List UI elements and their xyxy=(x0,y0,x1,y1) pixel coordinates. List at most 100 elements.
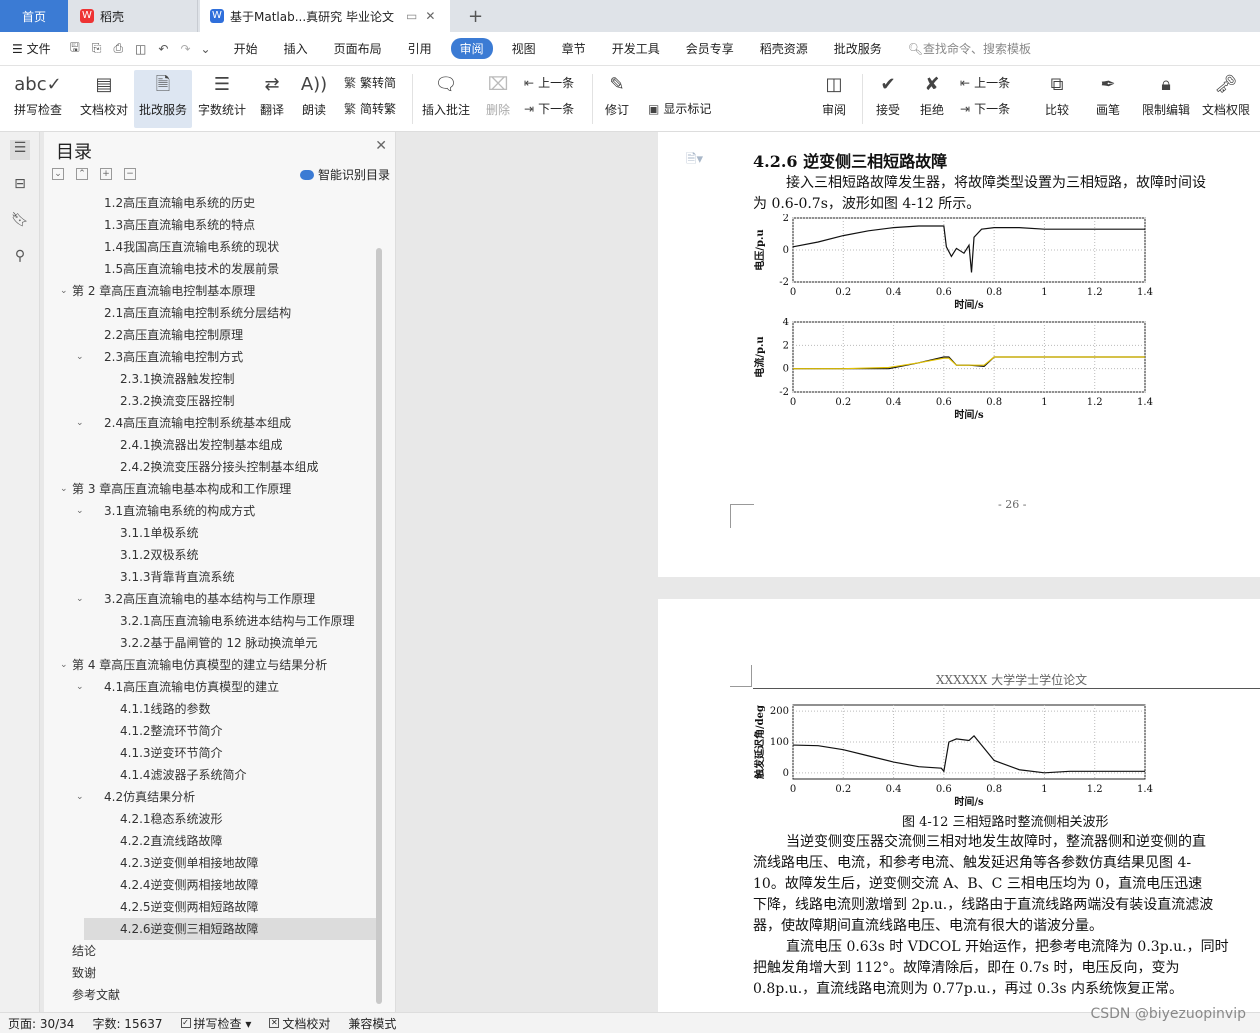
track-changes-button[interactable]: ✎ 修订 xyxy=(598,70,636,128)
prev-change-button[interactable]: ⇤ 上一条 xyxy=(960,74,1010,91)
toc-panel-icon[interactable]: ☰ xyxy=(10,140,30,160)
next-change-button[interactable]: ⇥ 下一条 xyxy=(960,100,1010,117)
menu-batch[interactable]: 批改服务 xyxy=(834,40,882,57)
close-icon[interactable]: ✕ xyxy=(425,9,435,23)
doc-permission-button[interactable]: 🗝 文档权限 xyxy=(1198,70,1254,128)
menu-docer[interactable]: 稻壳资源 xyxy=(760,40,808,57)
chevron-down-icon[interactable]: ⌄ xyxy=(76,588,84,610)
chevron-down-icon[interactable]: ⌄ xyxy=(60,280,68,302)
chevron-down-icon[interactable]: ⌄ xyxy=(60,478,68,500)
toc-item[interactable]: 2.3.1换流器触发控制 xyxy=(44,368,374,390)
toc-item[interactable]: 参考文献 xyxy=(44,984,374,1006)
toc-scrollbar[interactable] xyxy=(376,248,382,1004)
page-indicator[interactable]: 页面: 30/34 xyxy=(8,1015,74,1032)
insert-comment-button[interactable]: 🗨 插入批注 xyxy=(418,70,474,128)
smart-toc-button[interactable]: 智能识别目录 xyxy=(300,166,390,183)
toc-item[interactable]: 致谢 xyxy=(44,962,374,984)
toc-item[interactable]: 4.2仿真结果分析 ⌄ xyxy=(44,786,374,808)
find-icon[interactable]: ⚲ xyxy=(10,248,30,268)
word-count-indicator[interactable]: 字数: 15637 xyxy=(92,1015,162,1032)
reject-button[interactable]: ✘ 拒绝 xyxy=(912,70,952,128)
toc-item[interactable]: 4.2.3逆变侧单相接地故障 xyxy=(44,852,374,874)
chevron-down-icon[interactable]: ⌄ xyxy=(76,412,84,434)
toc-item[interactable]: 第 4 章高压直流输电仿真模型的建立与结果分析 ⌄ xyxy=(44,654,374,676)
menu-member[interactable]: 会员专享 xyxy=(686,40,734,57)
undo-icon[interactable]: ↶ xyxy=(158,42,168,56)
menu-view[interactable]: 视图 xyxy=(512,40,536,57)
menu-layout[interactable]: 页面布局 xyxy=(334,40,382,57)
menu-insert[interactable]: 插入 xyxy=(284,40,308,57)
print-icon[interactable]: ⎙ xyxy=(113,41,123,56)
menu-reference[interactable]: 引用 xyxy=(408,40,432,57)
toc-item[interactable]: 3.1.1单极系统 xyxy=(44,522,374,544)
chevron-down-icon[interactable]: ⌄ xyxy=(60,654,68,676)
tab-window-icon[interactable]: ▭ xyxy=(406,9,417,23)
toc-item[interactable]: 1.2高压直流输电系统的历史 xyxy=(44,192,374,214)
chapter-icon[interactable]: ⊟ xyxy=(10,176,30,196)
toc-item[interactable]: 4.2.6逆变侧三相短路故障 xyxy=(84,918,376,940)
new-tab-icon[interactable]: + xyxy=(458,0,493,32)
toc-item[interactable]: 3.2.1高压直流输电系统进本结构与工作原理 xyxy=(44,610,374,632)
chevron-down-icon[interactable]: ⌄ xyxy=(76,676,84,698)
toc-item[interactable]: 2.4.2换流变压器分接头控制基本组成 xyxy=(44,456,374,478)
toc-item[interactable]: 4.1.2整流环节简介 xyxy=(44,720,374,742)
toc-item[interactable]: 3.1.2双极系统 xyxy=(44,544,374,566)
toc-item[interactable]: 第 2 章高压直流输电控制基本原理 ⌄ xyxy=(44,280,374,302)
read-aloud-button[interactable]: A)) 朗读 xyxy=(296,70,332,128)
delete-comment-button[interactable]: ⌧ 删除 xyxy=(478,70,518,128)
toc-item[interactable]: 4.1.3逆变环节简介 xyxy=(44,742,374,764)
toc-item[interactable]: 第 3 章高压直流输电基本构成和工作原理 ⌄ xyxy=(44,478,374,500)
bookmark-icon[interactable]: 🔖︎ xyxy=(10,212,30,232)
accept-button[interactable]: ✔ 接受 xyxy=(868,70,908,128)
word-count-button[interactable]: ☰ 字数统计 xyxy=(196,70,248,128)
menu-start[interactable]: 开始 xyxy=(234,40,258,57)
spell-check-button[interactable]: abc✓ 拼写检查 xyxy=(6,70,70,128)
save-icon[interactable]: 🖫 xyxy=(70,38,80,59)
compare-button[interactable]: ⧉ 比较 xyxy=(1036,70,1078,128)
expand-up-icon[interactable]: ⌃ xyxy=(76,168,88,180)
close-icon[interactable]: ✕ xyxy=(375,138,387,154)
collapse-all-icon[interactable]: ⌄ xyxy=(52,168,64,180)
toc-item[interactable]: 4.2.1稳态系统波形 xyxy=(44,808,374,830)
toc-item[interactable]: 1.5高压直流输电技术的发展前景 xyxy=(44,258,374,280)
tab-home[interactable]: 首页 xyxy=(0,0,68,32)
translate-button[interactable]: ⇄ 翻译 xyxy=(252,70,292,128)
toc-item[interactable]: 4.1高压直流输电仿真模型的建立 ⌄ xyxy=(44,676,374,698)
menu-chapter[interactable]: 章节 xyxy=(562,40,586,57)
toc-item[interactable]: 4.2.2直流线路故障 xyxy=(44,830,374,852)
toc-item[interactable]: 4.2.5逆变侧两相短路故障 xyxy=(44,896,374,918)
prev-comment-button[interactable]: ⇤ 上一条 xyxy=(524,74,574,91)
paragraph-icon[interactable]: 🗎▾ xyxy=(686,150,703,172)
show-marks-button[interactable]: ▣ 显示标记 xyxy=(648,100,711,117)
next-comment-button[interactable]: ⇥ 下一条 xyxy=(524,100,574,117)
file-menu[interactable]: ☰ 文件 xyxy=(12,40,51,57)
remove-level-icon[interactable]: − xyxy=(124,168,136,180)
toc-item[interactable]: 结论 xyxy=(44,940,374,962)
menu-dev[interactable]: 开发工具 xyxy=(612,40,660,57)
pen-button[interactable]: ✒ 画笔 xyxy=(1090,70,1126,128)
tab-wps[interactable]: W 稻壳 xyxy=(70,0,198,32)
restrict-edit-button[interactable]: 🔒︎ 限制编辑 xyxy=(1138,70,1194,128)
proofread-toggle[interactable]: ✕ 文档校对 xyxy=(269,1015,330,1032)
redo-icon[interactable]: ↷ xyxy=(180,42,190,56)
review-pane-button[interactable]: ◫ 审阅 xyxy=(812,70,856,128)
export-icon[interactable]: ⎘ xyxy=(92,41,102,56)
proofread-button[interactable]: ▤ 文档校对 xyxy=(74,70,134,128)
toc-item[interactable]: 1.3高压直流输电系统的特点 xyxy=(44,214,374,236)
toc-item[interactable]: 3.1直流输电系统的构成方式 ⌄ xyxy=(44,500,374,522)
toc-item[interactable]: 2.4高压直流输电控制系统基本组成 ⌄ xyxy=(44,412,374,434)
toc-item[interactable]: 3.2.2基于晶闸管的 12 脉动换流单元 xyxy=(44,632,374,654)
chevron-down-icon[interactable]: ⌄ xyxy=(76,500,84,522)
toc-item[interactable]: 4.1.4滤波器子系统简介 xyxy=(44,764,374,786)
toc-item[interactable]: 4.1.1线路的参数 xyxy=(44,698,374,720)
toc-item[interactable]: 2.2高压直流输电控制原理 xyxy=(44,324,374,346)
toc-item[interactable]: 2.3.2换流变压器控制 xyxy=(44,390,374,412)
toc-item[interactable]: 2.3高压直流输电控制方式 ⌄ xyxy=(44,346,374,368)
more-icon[interactable]: ⌄ xyxy=(201,42,211,56)
chevron-down-icon[interactable]: ⌄ xyxy=(76,346,84,368)
search-command[interactable]: 🔍︎查找命令、搜索模板 xyxy=(908,40,1031,57)
chevron-down-icon[interactable]: ⌄ xyxy=(76,786,84,808)
menu-review[interactable]: 审阅 xyxy=(450,38,493,59)
toc-item[interactable]: 1.4我国高压直流输电系统的现状 xyxy=(44,236,374,258)
add-level-icon[interactable]: + xyxy=(100,168,112,180)
